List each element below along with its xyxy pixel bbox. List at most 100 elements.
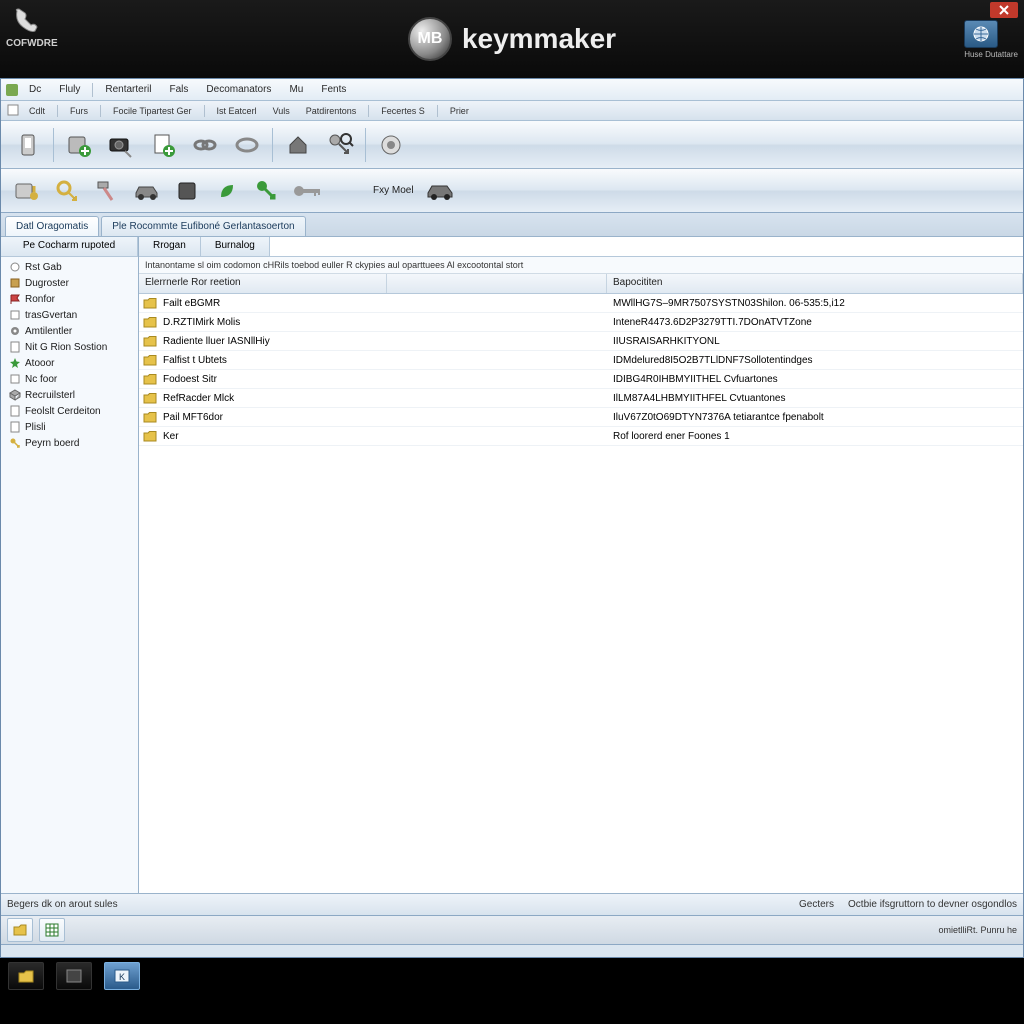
- tree-item[interactable]: Feolslt Cerdeiton: [1, 403, 138, 419]
- tree-item-label: Ronfor: [25, 294, 55, 305]
- document-tab[interactable]: Ple Rocommte Eufiboné Gerlantasoerton: [101, 216, 305, 236]
- tree-item[interactable]: Plisli: [1, 419, 138, 435]
- toolbar-primary: [1, 121, 1023, 169]
- table-row[interactable]: Radiente lluer IASNllHiy IIUSRAISARHKITYO…: [139, 332, 1023, 351]
- device-button[interactable]: [9, 125, 47, 165]
- menu-item[interactable]: Decomanators: [198, 82, 279, 97]
- cell-desc: Rof loorerd ener Foones 1: [607, 431, 1023, 442]
- folder-small-icon: [143, 315, 157, 329]
- ring-icon: [233, 135, 261, 155]
- cell-desc: IluV67Z0tO69DTYN7376A tetiarantce fpenab…: [607, 412, 1023, 423]
- toolbar-label: Fxy Moel: [367, 185, 420, 196]
- hdd-key-button[interactable]: [9, 173, 45, 209]
- table-row[interactable]: Failt eBGMRMWllHG7S–9MR7507SYSTN03Shilon…: [139, 294, 1023, 313]
- submenu-item[interactable]: Fecertes S: [375, 105, 431, 117]
- doc-icon: [9, 421, 21, 433]
- column-header[interactable]: Elerrnerle Ror reetion: [139, 274, 387, 293]
- doc-add-button[interactable]: [144, 125, 182, 165]
- tree-item[interactable]: trasGvertan: [1, 307, 138, 323]
- menu-item[interactable]: Mu: [281, 82, 311, 97]
- main-window: Dc Fluly Rentarteril Fals Decomanators M…: [0, 78, 1024, 958]
- submenu-item[interactable]: Vuls: [267, 105, 296, 117]
- tree-item[interactable]: Recruilsterl: [1, 387, 138, 403]
- tree-item[interactable]: Nit G Rion Sostion: [1, 339, 138, 355]
- key-grey-button[interactable]: [289, 173, 325, 209]
- drive-add-button[interactable]: [60, 125, 98, 165]
- submenu-item[interactable]: Prier: [444, 105, 475, 117]
- tree-item-label: Nit G Rion Sostion: [25, 342, 107, 353]
- cell-name: D.RZTIMirk Molis: [157, 317, 387, 328]
- box-button[interactable]: [169, 173, 205, 209]
- key-green-button[interactable]: [249, 173, 285, 209]
- folder-small-icon: [143, 372, 157, 386]
- cell-desc: IIUSRAISARHKITYONL: [607, 336, 1023, 347]
- submenu-item[interactable]: Ist Eatcerl: [211, 105, 263, 117]
- tree-item[interactable]: Rst Gab: [1, 259, 138, 275]
- tree-item[interactable]: Ronfor: [1, 291, 138, 307]
- car2-button[interactable]: [422, 173, 458, 209]
- home-button[interactable]: [279, 125, 317, 165]
- sidebar-title: Pe Cocharm rupoted: [1, 237, 138, 256]
- tray-button[interactable]: [7, 918, 33, 942]
- column-header[interactable]: [387, 274, 607, 293]
- table-row[interactable]: D.RZTIMirk MolisInteneR4473.6D2P3279TTI.…: [139, 313, 1023, 332]
- panel-tab[interactable]: Burnalog: [201, 237, 270, 256]
- ring-button[interactable]: [228, 125, 266, 165]
- submenu-item[interactable]: Focile Tipartest Ger: [107, 105, 198, 117]
- car-button[interactable]: [129, 173, 165, 209]
- hammer-icon: [94, 178, 120, 204]
- menu-item[interactable]: Fals: [162, 82, 197, 97]
- folder-small-icon: [143, 296, 157, 310]
- cell-name: Falfist t Ubtets: [157, 355, 387, 366]
- document-tab[interactable]: Datl Oragomatis: [5, 216, 99, 236]
- panel-tab[interactable]: Rrogan: [139, 237, 201, 256]
- keyring-button[interactable]: [49, 173, 85, 209]
- panel-tabs: Rrogan Burnalog: [139, 237, 1023, 257]
- vendor-label: COFWDRE: [6, 38, 58, 49]
- key-search-button[interactable]: [321, 125, 359, 165]
- status-right: Octbie ifsgruttorn to devner osgondlos: [848, 899, 1017, 910]
- tree-item[interactable]: Atooor: [1, 355, 138, 371]
- cell-name: Failt eBGMR: [157, 298, 387, 309]
- tree-item[interactable]: Nc foor: [1, 371, 138, 387]
- table-row[interactable]: Fodoest SitrIDIBG4R0IHBMYIITHEL Cvfuarto…: [139, 370, 1023, 389]
- car-icon: [133, 181, 161, 201]
- tree-item[interactable]: Amtilentler: [1, 323, 138, 339]
- hammer-button[interactable]: [89, 173, 125, 209]
- leaf-button[interactable]: [209, 173, 245, 209]
- camera-key-button[interactable]: [102, 125, 140, 165]
- menu-item[interactable]: Dc: [21, 82, 49, 97]
- status-left: Begers dk on arout sules: [7, 899, 118, 910]
- spreadsheet-icon: [44, 922, 60, 938]
- cell-name: Radiente lluer IASNllHiy: [157, 336, 387, 347]
- close-button[interactable]: [990, 2, 1018, 18]
- tree-item[interactable]: Dugroster: [1, 275, 138, 291]
- table-row[interactable]: RefRacder MlckIlLM87A4LHBMYIITHFEL Cvtua…: [139, 389, 1023, 408]
- menu-item[interactable]: Fents: [313, 82, 354, 97]
- folder-yellow-icon: [12, 922, 28, 938]
- doc-add-icon: [149, 131, 177, 159]
- tray-button[interactable]: [39, 918, 65, 942]
- menu-item[interactable]: Fluly: [51, 82, 88, 97]
- submenu-item[interactable]: Patdirentons: [300, 105, 363, 117]
- cube-icon: [9, 389, 21, 401]
- table-row[interactable]: Pail MFT6dorIluV67Z0tO69DTYN7376A tetiar…: [139, 408, 1023, 427]
- submenu-item[interactable]: Cdlt: [23, 105, 51, 117]
- submenu-item[interactable]: Furs: [64, 105, 94, 117]
- grid-body: Failt eBGMRMWllHG7S–9MR7507SYSTN03Shilon…: [139, 294, 1023, 893]
- taskbar-item[interactable]: [8, 962, 44, 990]
- tree-item-label: Plisli: [25, 422, 46, 433]
- table-row[interactable]: Falfist t UbtetsIDMdelured8I5O2B7TLlDNF7…: [139, 351, 1023, 370]
- link-button[interactable]: [186, 125, 224, 165]
- target-button[interactable]: [372, 125, 410, 165]
- status-mid: Gecters: [799, 899, 834, 910]
- home-icon: [286, 133, 310, 157]
- table-row[interactable]: KerRof loorerd ener Foones 1: [139, 427, 1023, 446]
- tree-item[interactable]: Peyrn boerd: [1, 435, 138, 451]
- taskbar-item-active[interactable]: K: [104, 962, 140, 990]
- taskbar-item[interactable]: [56, 962, 92, 990]
- cell-desc: IlLM87A4LHBMYIITHFEL Cvtuantones: [607, 393, 1023, 404]
- document-tabs: Datl Oragomatis Ple Rocommte Eufiboné Ge…: [1, 213, 1023, 237]
- column-header[interactable]: Bapocititen: [607, 274, 1023, 293]
- menu-item[interactable]: Rentarteril: [97, 82, 159, 97]
